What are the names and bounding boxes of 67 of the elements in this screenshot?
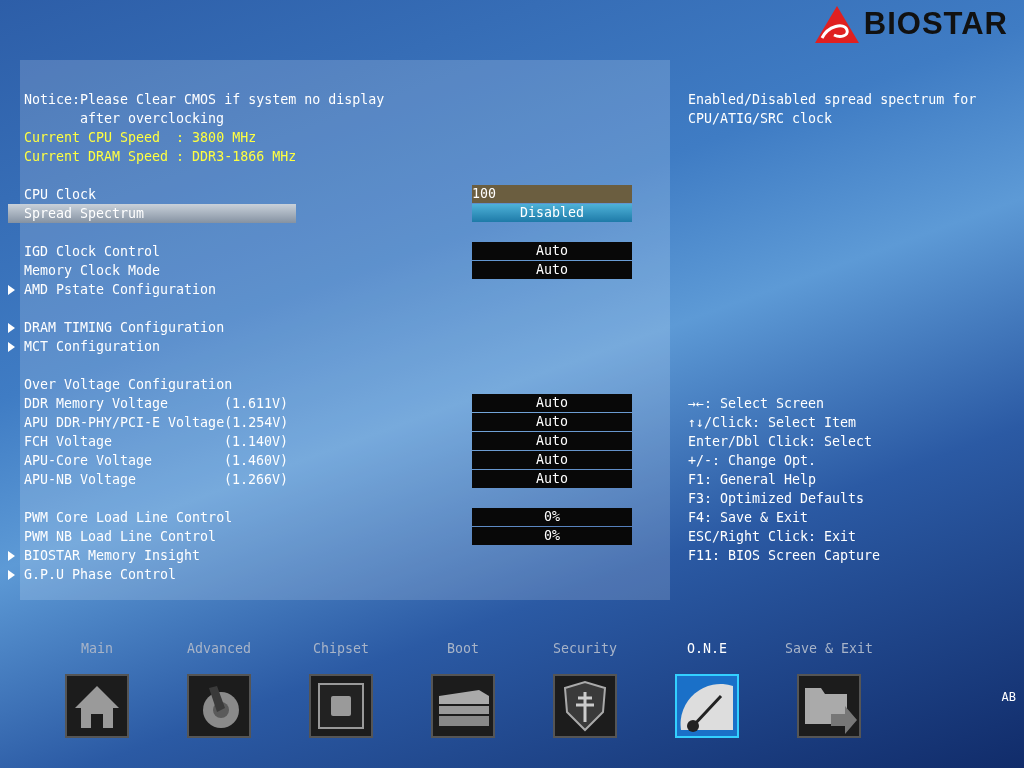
key-hint: F4: Save & Exit xyxy=(688,509,810,527)
menu-tab[interactable]: Main xyxy=(36,641,158,738)
setting-label[interactable]: Spread Spectrum xyxy=(8,204,296,223)
submenu-item[interactable]: BIOSTAR Memory Insight xyxy=(24,546,201,565)
option-value[interactable]: Disabled xyxy=(472,204,632,222)
setting-label[interactable]: DDR Memory Voltage xyxy=(24,394,224,413)
menu-tab[interactable]: Advanced xyxy=(158,641,280,738)
option-value[interactable]: Auto xyxy=(472,432,632,450)
house-icon xyxy=(65,674,129,738)
toggle-knob-icon xyxy=(187,674,251,738)
menu-tab[interactable]: Chipset xyxy=(280,641,402,738)
option-value[interactable]: Auto xyxy=(472,470,632,488)
brand-name: BIOSTAR xyxy=(863,6,1008,42)
help-text: Enabled/Disabled spread spectrum for CPU/ATIG/SRC clock xyxy=(688,91,978,128)
shield-cross-icon xyxy=(553,674,617,738)
option-value[interactable]: Auto xyxy=(472,261,632,279)
setting-label[interactable]: FCH Voltage xyxy=(24,432,224,451)
setting-label[interactable]: IGD Clock Control xyxy=(24,242,161,261)
setting-label[interactable]: Memory Clock Mode xyxy=(24,261,161,280)
option-value[interactable]: Auto xyxy=(472,242,632,260)
setting-label[interactable]: APU DDR-PHY/PCI-E Voltage xyxy=(24,413,225,432)
menu-tab[interactable]: O.N.E xyxy=(646,641,768,738)
speed-info: Current CPU Speed : 3800 MHz xyxy=(24,129,257,147)
value-field[interactable]: 100 xyxy=(472,185,632,203)
option-value[interactable]: Auto xyxy=(472,413,632,431)
key-hint: →←: Select Screen xyxy=(688,395,826,413)
speed-info: Current DRAM Speed : DDR3-1866 MHz xyxy=(24,148,297,166)
chip-icon xyxy=(309,674,373,738)
menu-tab[interactable]: Boot xyxy=(402,641,524,738)
triangle-right-icon xyxy=(8,322,15,333)
voltage-reading: (1.140V) xyxy=(224,433,289,451)
triangle-logo-icon xyxy=(813,4,860,44)
notice-text: Notice:Please Clear CMOS if system no display after overclocking xyxy=(24,91,386,128)
triangle-right-icon xyxy=(8,341,15,352)
option-value[interactable]: 0% xyxy=(472,527,632,545)
speedometer-icon xyxy=(675,674,739,738)
submenu-item[interactable]: G.P.U Phase Control xyxy=(24,565,177,584)
key-hint: +/-: Change Opt. xyxy=(688,452,818,470)
triangle-right-icon xyxy=(8,569,15,580)
keyboard-layout-label: AB xyxy=(1001,690,1016,704)
drives-icon xyxy=(431,674,495,738)
submenu-item[interactable]: MCT Configuration xyxy=(24,337,161,356)
key-hint: ESC/Right Click: Exit xyxy=(688,528,858,546)
key-hint: F3: Optimized Defaults xyxy=(688,490,866,508)
triangle-right-icon xyxy=(8,284,15,295)
voltage-reading: (1.611V) xyxy=(224,395,289,413)
setting-label[interactable]: APU-NB Voltage xyxy=(24,470,224,489)
voltage-reading: (1.254V) xyxy=(224,414,289,432)
menu-tab[interactable]: Security xyxy=(524,641,646,738)
triangle-right-icon xyxy=(8,550,15,561)
key-hint: F1: General Help xyxy=(688,471,818,489)
voltage-reading: (1.266V) xyxy=(224,471,289,489)
submenu-item[interactable]: DRAM TIMING Configuration xyxy=(24,318,225,337)
setting-label[interactable]: PWM Core Load Line Control xyxy=(24,508,233,527)
submenu-item[interactable]: AMD Pstate Configuration xyxy=(24,280,217,299)
setting-label[interactable]: PWM NB Load Line Control xyxy=(24,527,217,546)
section-heading: Over Voltage Configuration xyxy=(24,376,233,394)
key-hint: ↑↓/Click: Select Item xyxy=(688,414,858,432)
menu-tab[interactable]: Save & Exit xyxy=(768,641,890,738)
option-value[interactable]: Auto xyxy=(472,451,632,469)
key-hint: Enter/Dbl Click: Select xyxy=(688,433,874,451)
option-value[interactable]: 0% xyxy=(472,508,632,526)
key-hint: F11: BIOS Screen Capture xyxy=(688,547,882,565)
voltage-reading: (1.460V) xyxy=(224,452,289,470)
setting-label[interactable]: CPU Clock xyxy=(24,185,97,204)
setting-label[interactable]: APU-Core Voltage xyxy=(24,451,224,470)
option-value[interactable]: Auto xyxy=(472,394,632,412)
